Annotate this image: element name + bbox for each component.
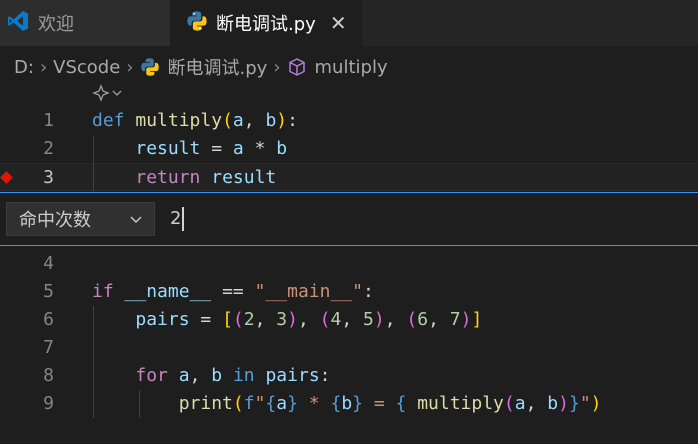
indent-guide bbox=[139, 390, 140, 418]
method-cube-icon bbox=[287, 57, 307, 77]
vscode-logo-icon bbox=[6, 9, 30, 38]
code-action-icon[interactable] bbox=[92, 84, 122, 102]
code-line[interactable]: 7 bbox=[0, 334, 698, 362]
chevron-right-icon: › bbox=[273, 56, 281, 78]
chevron-down-icon bbox=[112, 90, 122, 96]
python-icon bbox=[186, 10, 208, 37]
chevron-right-icon: › bbox=[39, 56, 48, 78]
line-number[interactable]: 6 bbox=[0, 306, 54, 334]
tab-breakpoint-debug[interactable]: 断电调试.py ✕ bbox=[170, 0, 362, 46]
tab-label: 欢迎 bbox=[38, 14, 74, 35]
hit-count-input[interactable]: 2 bbox=[170, 201, 185, 237]
breadcrumb-drive[interactable]: D: bbox=[14, 57, 34, 78]
code-line[interactable]: 8 for a, b in pairs: bbox=[0, 362, 698, 390]
breadcrumb: D: › VScode › 断电调试.py › multiply bbox=[0, 46, 698, 88]
line-number[interactable]: 1 bbox=[0, 107, 54, 135]
line-number[interactable]: 7 bbox=[0, 334, 54, 362]
line-number[interactable]: 5 bbox=[0, 278, 54, 306]
code-line[interactable]: 2 result = a * b bbox=[0, 135, 698, 163]
code-text: if __name__ == "__main__": bbox=[92, 281, 374, 302]
python-icon bbox=[140, 57, 160, 77]
line-number[interactable]: 8 bbox=[0, 362, 54, 390]
close-icon[interactable]: ✕ bbox=[330, 11, 347, 35]
breakpoint-type-select[interactable]: 命中次数 bbox=[6, 202, 155, 236]
code-text: return result bbox=[135, 167, 277, 188]
code-line[interactable]: 1 def multiply(a, b): bbox=[0, 107, 698, 135]
code-line[interactable]: 9 print(f"{a} * {b} = { multiply(a, b)}"… bbox=[0, 390, 698, 418]
hit-count-value: 2 bbox=[170, 208, 182, 229]
breadcrumb-symbol-label: multiply bbox=[314, 56, 388, 78]
line-number[interactable]: 2 bbox=[0, 135, 54, 163]
text-cursor bbox=[182, 207, 185, 231]
code-text: result = a * b bbox=[135, 138, 288, 159]
breadcrumb-file[interactable]: 断电调试.py bbox=[140, 54, 268, 80]
code-text: print(f"{a} * {b} = { multiply(a, b)}") bbox=[178, 393, 602, 414]
code-text: pairs = [(2, 3), (4, 5), (6, 7)] bbox=[135, 309, 483, 330]
code-text: for a, b in pairs: bbox=[135, 365, 331, 386]
indent-guide bbox=[93, 306, 94, 418]
line-number[interactable]: 9 bbox=[0, 390, 54, 418]
tab-bar: 欢迎 断电调试.py ✕ bbox=[0, 0, 698, 46]
breadcrumb-symbol[interactable]: multiply bbox=[287, 57, 388, 78]
code-line[interactable]: 5 if __name__ == "__main__": bbox=[0, 278, 698, 306]
chevron-right-icon: › bbox=[126, 56, 134, 78]
tab-welcome[interactable]: 欢迎 bbox=[0, 0, 170, 46]
code-line[interactable]: 4 bbox=[0, 250, 698, 278]
line-number[interactable]: 4 bbox=[0, 250, 54, 278]
chevron-down-icon bbox=[128, 211, 144, 232]
breadcrumb-folder[interactable]: VScode bbox=[53, 57, 120, 78]
breakpoint-widget: 命中次数 2 bbox=[0, 192, 698, 246]
code-line-current[interactable]: 3 return result bbox=[0, 163, 698, 191]
code-text: def multiply(a, b): bbox=[92, 110, 298, 131]
code-line[interactable]: 6 pairs = [(2, 3), (4, 5), (6, 7)] bbox=[0, 306, 698, 334]
sparkle-icon bbox=[92, 84, 110, 102]
line-number[interactable]: 3 bbox=[0, 164, 54, 192]
breakpoint-type-label: 命中次数 bbox=[19, 210, 91, 231]
tab-label: 断电调试.py bbox=[216, 14, 316, 35]
indent-guide bbox=[93, 135, 94, 191]
breadcrumb-file-label: 断电调试.py bbox=[167, 58, 268, 79]
